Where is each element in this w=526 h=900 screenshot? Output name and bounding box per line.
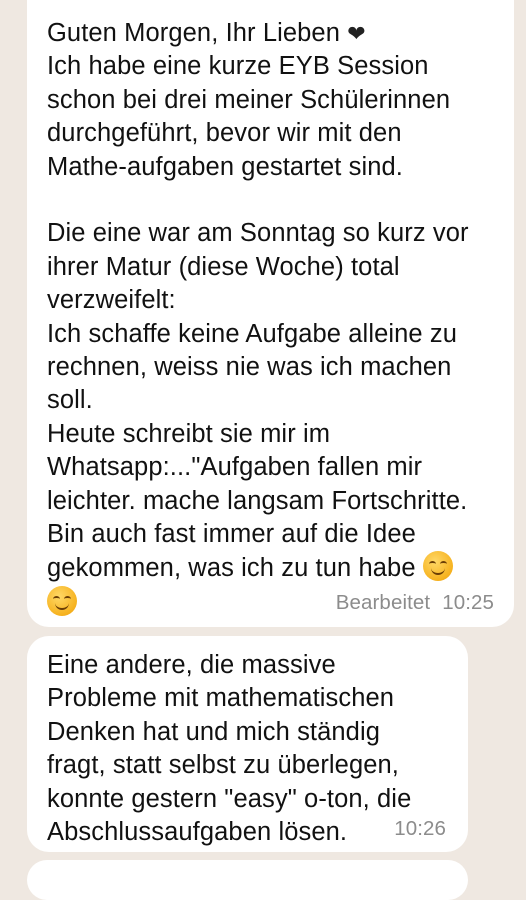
message-line: Guten Morgen, Ihr Lieben: [47, 19, 340, 47]
message-bubble-partial[interactable]: [27, 860, 468, 900]
message-bubble-incoming[interactable]: Guten Morgen, Ihr Lieben ❤ Ich habe eine…: [27, 0, 514, 627]
message-line: schon bei drei meiner Schülerinnen: [47, 85, 451, 114]
smiling-face-emoji-icon: [47, 585, 77, 616]
message-line: Ich schaffe keine Aufgabe alleine zu: [47, 319, 458, 348]
message-line: konnte gestern "easy" o-ton, die: [47, 784, 412, 813]
message-line: Probleme mit mathematischen: [47, 684, 395, 713]
message-line: Whatsapp:..."Aufgaben fallen mir: [47, 453, 423, 482]
message-line: ihrer Matur (diese Woche) total: [47, 252, 400, 281]
message-line: leichter. mache langsam Fortschritte.: [47, 486, 468, 515]
message-line: Mathe-aufgaben gestartet sind.: [47, 152, 403, 181]
message-line: soll.: [47, 386, 93, 415]
message-line: Ich habe eine kurze EYB Session: [47, 52, 429, 81]
message-line: rechnen, weiss nie was ich machen: [47, 353, 452, 382]
message-time: 10:26: [394, 817, 446, 840]
edited-label: Bearbeitet: [335, 591, 431, 614]
message-line: gekommen, was ich zu tun habe: [47, 554, 416, 583]
message-line: Eine andere, die massive: [47, 651, 336, 679]
message-meta: Bearbeitet 10:25: [336, 591, 494, 615]
smiling-face-emoji-icon: [422, 551, 453, 582]
message-line: fragt, statt selbst zu überlegen,: [47, 751, 399, 780]
message-line: Die eine war am Sonntag so kurz vor: [47, 219, 469, 248]
message-line: Bin auch fast immer auf die Idee: [47, 520, 416, 549]
message-line: Heute schreibt sie mir im: [47, 419, 331, 448]
message-time: 10:25: [442, 591, 494, 614]
message-line: durchgeführt, bevor wir mit den: [47, 119, 402, 148]
message-line: Denken hat und mich ständig: [47, 717, 380, 746]
heart-emoji: ❤: [347, 21, 366, 46]
message-text: Guten Morgen, Ihr Lieben ❤ Ich habe eine…: [47, 17, 484, 620]
message-text: Eine andere, die massive Probleme mit ma…: [47, 649, 448, 849]
message-bubble-incoming[interactable]: Eine andere, die massive Probleme mit ma…: [27, 636, 468, 852]
message-line: verzweifelt:: [47, 286, 176, 315]
message-line: Abschlussaufgaben lösen.: [47, 818, 348, 847]
